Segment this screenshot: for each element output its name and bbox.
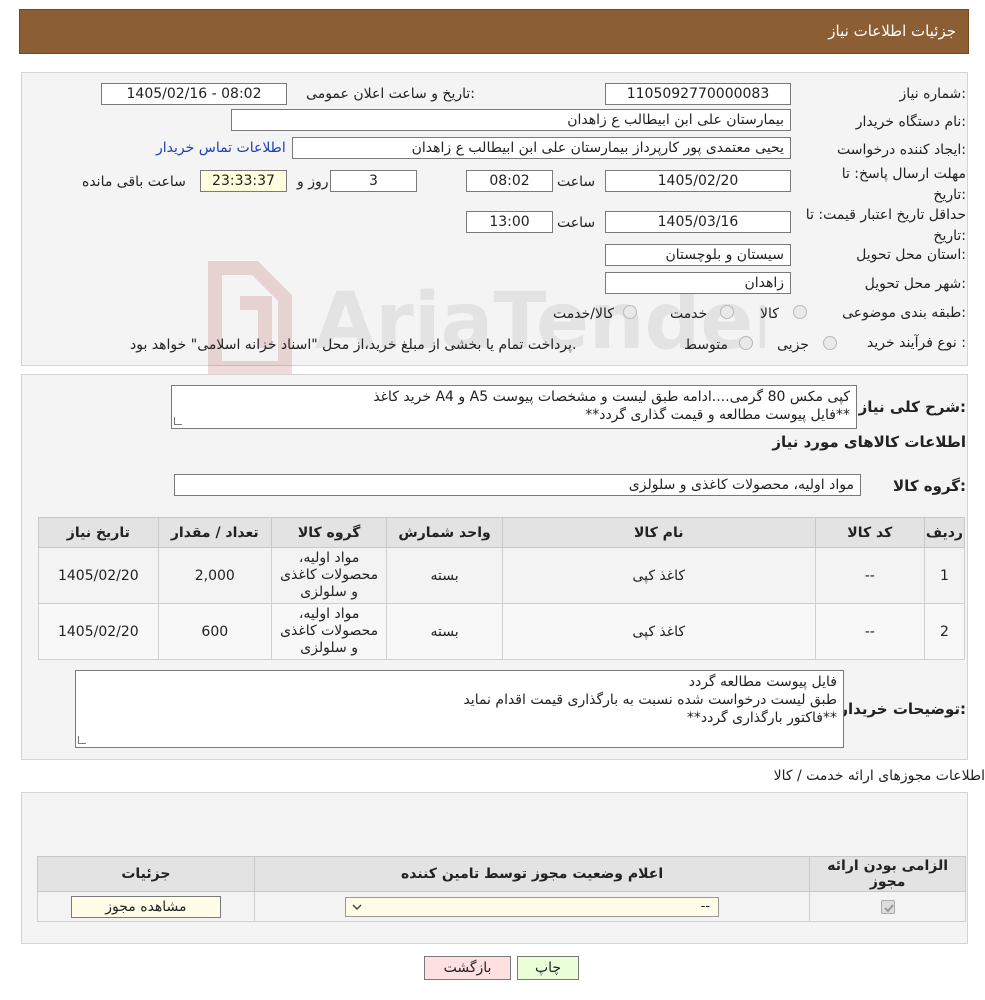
- requester-field: یحیی معتمدی پور کارپرداز بیمارستان علی ا…: [292, 137, 791, 159]
- col-permit-status: اعلام وضعیت مجوز توسط تامین کننده: [253, 856, 811, 892]
- purchase-minor-label: جزیی: [777, 337, 809, 353]
- category-service-label: خدمت: [670, 306, 708, 322]
- col-group: گروه کالا: [270, 517, 388, 548]
- back-button[interactable]: بازگشت: [424, 956, 511, 980]
- cell-code: --: [814, 603, 925, 660]
- table-row: 1 -- کاغذ کپی بسته مواد اولیه، محصولات ک…: [38, 547, 966, 604]
- cell-date: 1405/02/20: [38, 603, 159, 660]
- category-goods-service-label: کالا/خدمت: [553, 306, 614, 322]
- contact-buyer-link[interactable]: اطلاعات تماس خریدار: [156, 140, 286, 156]
- province-field: سیستان و بلوچستان: [605, 244, 791, 266]
- buyer-notes-line-2: طبق لیست درخواست شده نسبت به بارگذاری قی…: [463, 692, 837, 708]
- page-header: جزئیات اطلاعات نیاز: [19, 9, 969, 54]
- buyer-notes-label: توضیحات خریدار:: [839, 700, 966, 718]
- days-field: 3: [330, 170, 417, 192]
- cell-row: 2: [923, 603, 966, 660]
- view-permit-button[interactable]: مشاهده مجوز: [70, 895, 221, 918]
- resize-handle-icon[interactable]: [174, 417, 182, 425]
- purchase-medium-label: متوسط: [684, 337, 728, 353]
- description-label: شرح کلی نیاز:: [858, 398, 966, 416]
- table-row: 2 -- کاغذ کپی بسته مواد اولیه، محصولات ک…: [38, 603, 966, 660]
- category-goods-service-radio[interactable]: [623, 305, 637, 319]
- category-goods-label: کالا: [760, 306, 779, 322]
- goods-group-field: مواد اولیه، محصولات کاغذی و سلولزی: [174, 474, 861, 496]
- cell-qty: 600: [157, 603, 272, 660]
- table-row: -- مشاهده مجوز: [37, 891, 966, 922]
- permit-status-value: --: [700, 898, 711, 914]
- cell-group: مواد اولیه، محصولات کاغذی و سلولزی: [270, 603, 388, 660]
- description-line-1: خرید کاغذ A4 و A5 کپی مکس 80 گرمی....ادا…: [373, 389, 850, 405]
- announce-label: تاریخ و ساعت اعلان عمومی:: [306, 86, 475, 102]
- cell-permit-details: مشاهده مجوز: [37, 891, 255, 922]
- description-textarea[interactable]: خرید کاغذ A4 و A5 کپی مکس 80 گرمی....ادا…: [171, 385, 857, 429]
- col-permit-details: جزئیات: [37, 856, 255, 892]
- goods-section-title: اطلاعات کالاهای مورد نیاز: [772, 433, 966, 451]
- cell-name: کاغذ کپی: [501, 547, 816, 604]
- city-field: زاهدان: [605, 272, 791, 294]
- need-number-label: شماره نیاز:: [899, 86, 966, 102]
- check-icon: [883, 903, 894, 912]
- page-title: جزئیات اطلاعات نیاز: [828, 22, 956, 40]
- purchase-type-label: نوع فرآیند خرید :: [867, 335, 966, 351]
- cell-date: 1405/02/20: [38, 547, 159, 604]
- cell-qty: 2,000: [157, 547, 272, 604]
- reply-deadline-label: مهلت ارسال پاسخ: تا تاریخ:: [841, 166, 966, 203]
- price-date-field: 1405/03/16: [605, 211, 791, 233]
- cell-unit: بسته: [386, 603, 503, 660]
- goods-table: ردیف کد کالا نام کالا واحد شمارش گروه کا…: [38, 517, 966, 660]
- announce-field: 1405/02/16 - 08:02: [101, 83, 287, 105]
- buyer-org-label: نام دستگاه خریدار:: [855, 114, 966, 130]
- permits-table: الزامی بودن ارائه مجوز اعلام وضعیت مجوز …: [37, 856, 966, 922]
- col-code: کد کالا: [814, 517, 925, 548]
- col-row: ردیف: [923, 517, 966, 548]
- price-time-field: 13:00: [466, 211, 553, 233]
- col-qty: تعداد / مقدار: [157, 517, 272, 548]
- category-label: طبقه بندی موضوعی:: [842, 305, 966, 321]
- remaining-time-field: 23:33:37: [200, 170, 287, 192]
- checkbox-icon[interactable]: [880, 899, 895, 914]
- province-label: استان محل تحویل:: [856, 247, 966, 263]
- description-line-2: **فایل پیوست مطالعه و قیمت گذاری گردد**: [585, 407, 850, 423]
- price-validity-label: حداقل تاریخ اعتبار قیمت: تا تاریخ:: [805, 207, 966, 244]
- days-label: روز و: [297, 174, 329, 190]
- cell-group: مواد اولیه، محصولات کاغذی و سلولزی: [270, 547, 388, 604]
- col-name: نام کالا: [501, 517, 816, 548]
- col-unit: واحد شمارش: [386, 517, 503, 548]
- print-button[interactable]: چاپ: [517, 956, 579, 980]
- purchase-note: پرداخت تمام یا بخشی از مبلغ خرید،از محل …: [130, 337, 577, 353]
- cell-name: کاغذ کپی: [501, 603, 816, 660]
- col-permit-required: الزامی بودن ارائه مجوز: [809, 856, 966, 892]
- buyer-notes-line-1: فایل پیوست مطالعه گردد: [688, 674, 837, 690]
- permits-table-header: الزامی بودن ارائه مجوز اعلام وضعیت مجوز …: [37, 856, 966, 892]
- permit-status-select[interactable]: --: [345, 896, 720, 917]
- price-time-label: ساعت: [557, 215, 596, 231]
- remaining-label: ساعت باقی مانده: [82, 174, 186, 190]
- cell-row: 1: [923, 547, 966, 604]
- cell-permit-required: [809, 891, 966, 922]
- city-label: شهر محل تحویل:: [864, 276, 966, 292]
- purchase-medium-radio[interactable]: [739, 336, 753, 350]
- buyer-notes-line-3: **فاکتور بارگذاری گردد**: [686, 710, 837, 726]
- purchase-minor-radio[interactable]: [823, 336, 837, 350]
- permits-section-title: اطلاعات مجوزهای ارائه خدمت / کالا: [773, 768, 985, 784]
- reply-date-field: 1405/02/20: [605, 170, 791, 192]
- category-service-radio[interactable]: [720, 305, 734, 319]
- col-date: تاریخ نیاز: [38, 517, 159, 548]
- buyer-notes-textarea[interactable]: فایل پیوست مطالعه گردد طبق لیست درخواست …: [75, 670, 844, 748]
- cell-permit-status: --: [253, 891, 811, 922]
- cell-unit: بسته: [386, 547, 503, 604]
- resize-handle-icon[interactable]: [78, 736, 86, 744]
- cell-code: --: [814, 547, 925, 604]
- reply-time-label: ساعت: [557, 174, 596, 190]
- need-number-field: 1105092770000083: [605, 83, 791, 105]
- goods-table-header: ردیف کد کالا نام کالا واحد شمارش گروه کا…: [38, 517, 966, 548]
- reply-time-field: 08:02: [466, 170, 553, 192]
- buyer-org-field: بیمارستان علی ابن ابیطالب ع زاهدان: [231, 109, 791, 131]
- goods-group-label: گروه کالا:: [893, 477, 966, 495]
- requester-label: ایجاد کننده درخواست:: [837, 142, 966, 158]
- treasury-payment-checkbox[interactable]: [658, 337, 670, 349]
- category-goods-radio[interactable]: [793, 305, 807, 319]
- chevron-down-icon: [352, 903, 362, 910]
